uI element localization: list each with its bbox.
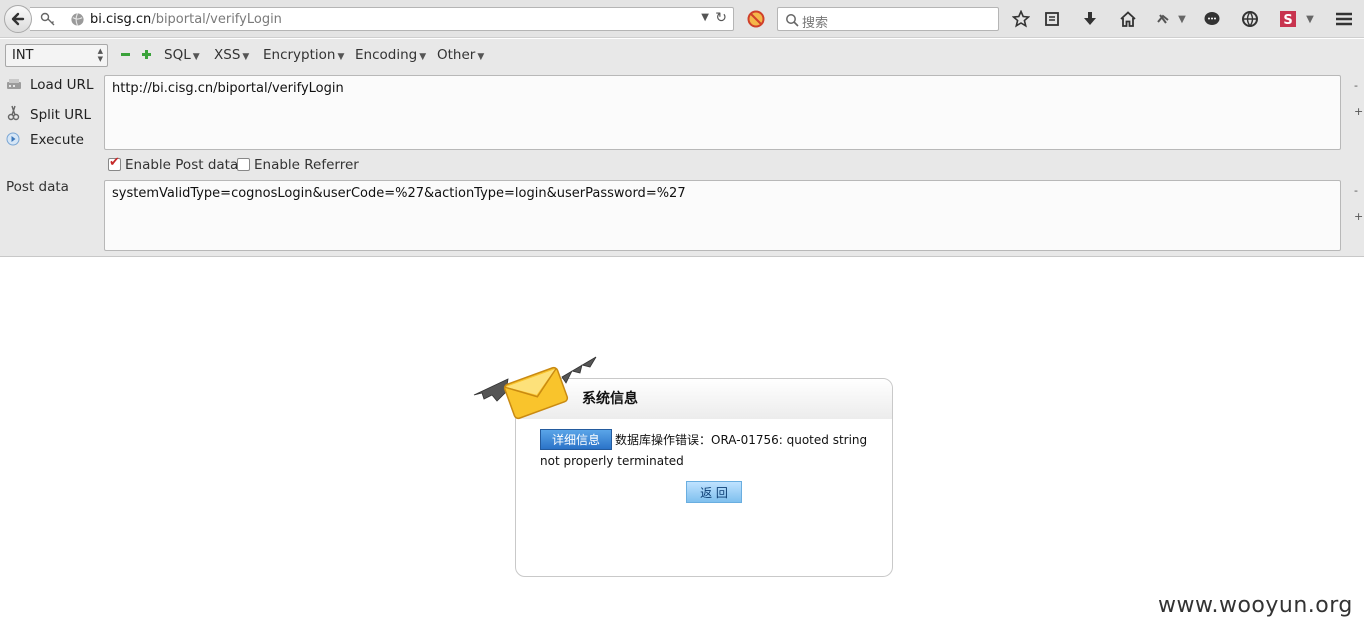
other-menu[interactable]: Other ▼ [437, 47, 484, 63]
execute-play-icon [6, 132, 22, 146]
history-dropdown-icon[interactable]: ▼ [701, 12, 709, 23]
xss-menu-label: XSS [214, 47, 241, 63]
browser-toolbar: bi.cisg.cn/biportal/verifyLogin ▼ ↻ 搜索 ▼… [0, 0, 1364, 38]
spinner-arrows-icon: ▲ ▼ [97, 47, 103, 63]
reload-icon[interactable]: ↻ [715, 10, 727, 26]
url-textarea-value: http://bi.cisg.cn/biportal/verifyLogin [112, 81, 344, 96]
search-placeholder: 搜索 [802, 16, 829, 31]
type-select-value: INT [12, 48, 34, 63]
checkbox-unchecked-icon [237, 158, 250, 171]
back-button[interactable] [4, 5, 32, 33]
url-textarea-grow[interactable]: + [1354, 105, 1363, 118]
chevron-down-icon: ▼ [477, 52, 485, 62]
load-url-icon [6, 77, 22, 91]
chevron-down-icon: ▼ [242, 52, 250, 62]
home-icon[interactable] [1118, 9, 1138, 29]
load-url-button[interactable]: Load URL [6, 77, 93, 93]
split-url-label: Split URL [30, 107, 92, 123]
checkbox-checked-icon [108, 155, 121, 171]
url-text[interactable]: bi.cisg.cn/biportal/verifyLogin [90, 12, 282, 27]
sql-menu-label: SQL [164, 47, 191, 63]
back-arrow-icon [11, 12, 25, 26]
return-button-label: 返 回 [700, 485, 728, 500]
post-textarea-shrink[interactable]: - [1354, 184, 1358, 197]
execute-button[interactable]: Execute [6, 132, 84, 148]
globe-icon [67, 9, 87, 29]
search-icon [782, 10, 802, 30]
url-host: bi.cisg.cn [90, 12, 152, 27]
url-textarea-shrink[interactable]: - [1354, 79, 1358, 92]
encryption-menu[interactable]: Encryption ▼ [263, 47, 344, 63]
s-extension-icon[interactable]: S [1278, 9, 1298, 29]
url-bar[interactable]: bi.cisg.cn/biportal/verifyLogin ▼ ↻ [30, 7, 734, 31]
svg-text:S: S [1283, 13, 1292, 28]
enable-referrer-label: Enable Referrer [254, 157, 359, 173]
split-url-button[interactable]: Split URL [6, 105, 91, 123]
winged-envelope-icon [473, 356, 597, 420]
post-textarea-grow[interactable]: + [1354, 210, 1363, 223]
hackbar-panel: INT ▲ ▼ SQL ▼ XSS ▼ Encryption ▼ Encoding ▼ O… [0, 39, 1364, 257]
encoding-menu[interactable]: Encoding ▼ [355, 47, 426, 63]
s-extension-dropdown-icon[interactable]: ▼ [1300, 9, 1320, 29]
noscript-icon[interactable] [746, 9, 766, 29]
reading-list-icon[interactable] [1042, 9, 1062, 29]
post-data-label: Post data [6, 179, 69, 195]
post-data-textarea[interactable]: systemValidType=cognosLogin&userCode=%27… [104, 180, 1341, 251]
decrease-icon[interactable] [121, 50, 130, 59]
other-menu-label: Other [437, 47, 476, 63]
url-path: /biportal/verifyLogin [151, 12, 282, 27]
chevron-down-icon: ▼ [337, 52, 345, 62]
sql-menu[interactable]: SQL ▼ [164, 47, 200, 63]
search-input[interactable]: 搜索 [777, 7, 999, 31]
increase-icon[interactable] [142, 50, 151, 59]
enable-post-label: Enable Post data [125, 157, 239, 173]
bookmark-star-icon[interactable] [1011, 9, 1031, 29]
enable-post-checkbox[interactable]: Enable Post data [108, 155, 239, 173]
load-url-label: Load URL [30, 77, 94, 93]
type-select[interactable]: INT ▲ ▼ [5, 44, 108, 67]
detail-button[interactable]: 详细信息 [540, 429, 612, 450]
key-icon [38, 9, 58, 29]
download-icon[interactable] [1080, 9, 1100, 29]
execute-label: Execute [30, 132, 84, 148]
enable-referrer-checkbox[interactable]: Enable Referrer [237, 157, 359, 173]
extension-icon[interactable] [1153, 9, 1173, 29]
watermark-text: www.wooyun.org [1158, 593, 1353, 618]
extension-dropdown-icon[interactable]: ▼ [1172, 9, 1192, 29]
chevron-down-icon: ▼ [192, 52, 200, 62]
menu-icon[interactable] [1334, 9, 1354, 29]
return-button[interactable]: 返 回 [686, 481, 742, 503]
post-data-value: systemValidType=cognosLogin&userCode=%27… [112, 186, 686, 201]
web-developer-icon[interactable] [1240, 9, 1260, 29]
encryption-menu-label: Encryption [263, 47, 336, 63]
detail-button-label: 详细信息 [551, 433, 600, 447]
chat-icon[interactable] [1202, 9, 1222, 29]
encoding-menu-label: Encoding [355, 47, 418, 63]
url-textarea[interactable]: http://bi.cisg.cn/biportal/verifyLogin [104, 75, 1341, 150]
xss-menu[interactable]: XSS ▼ [214, 47, 249, 63]
chevron-down-icon: ▼ [419, 52, 427, 62]
scissors-icon [6, 105, 22, 121]
